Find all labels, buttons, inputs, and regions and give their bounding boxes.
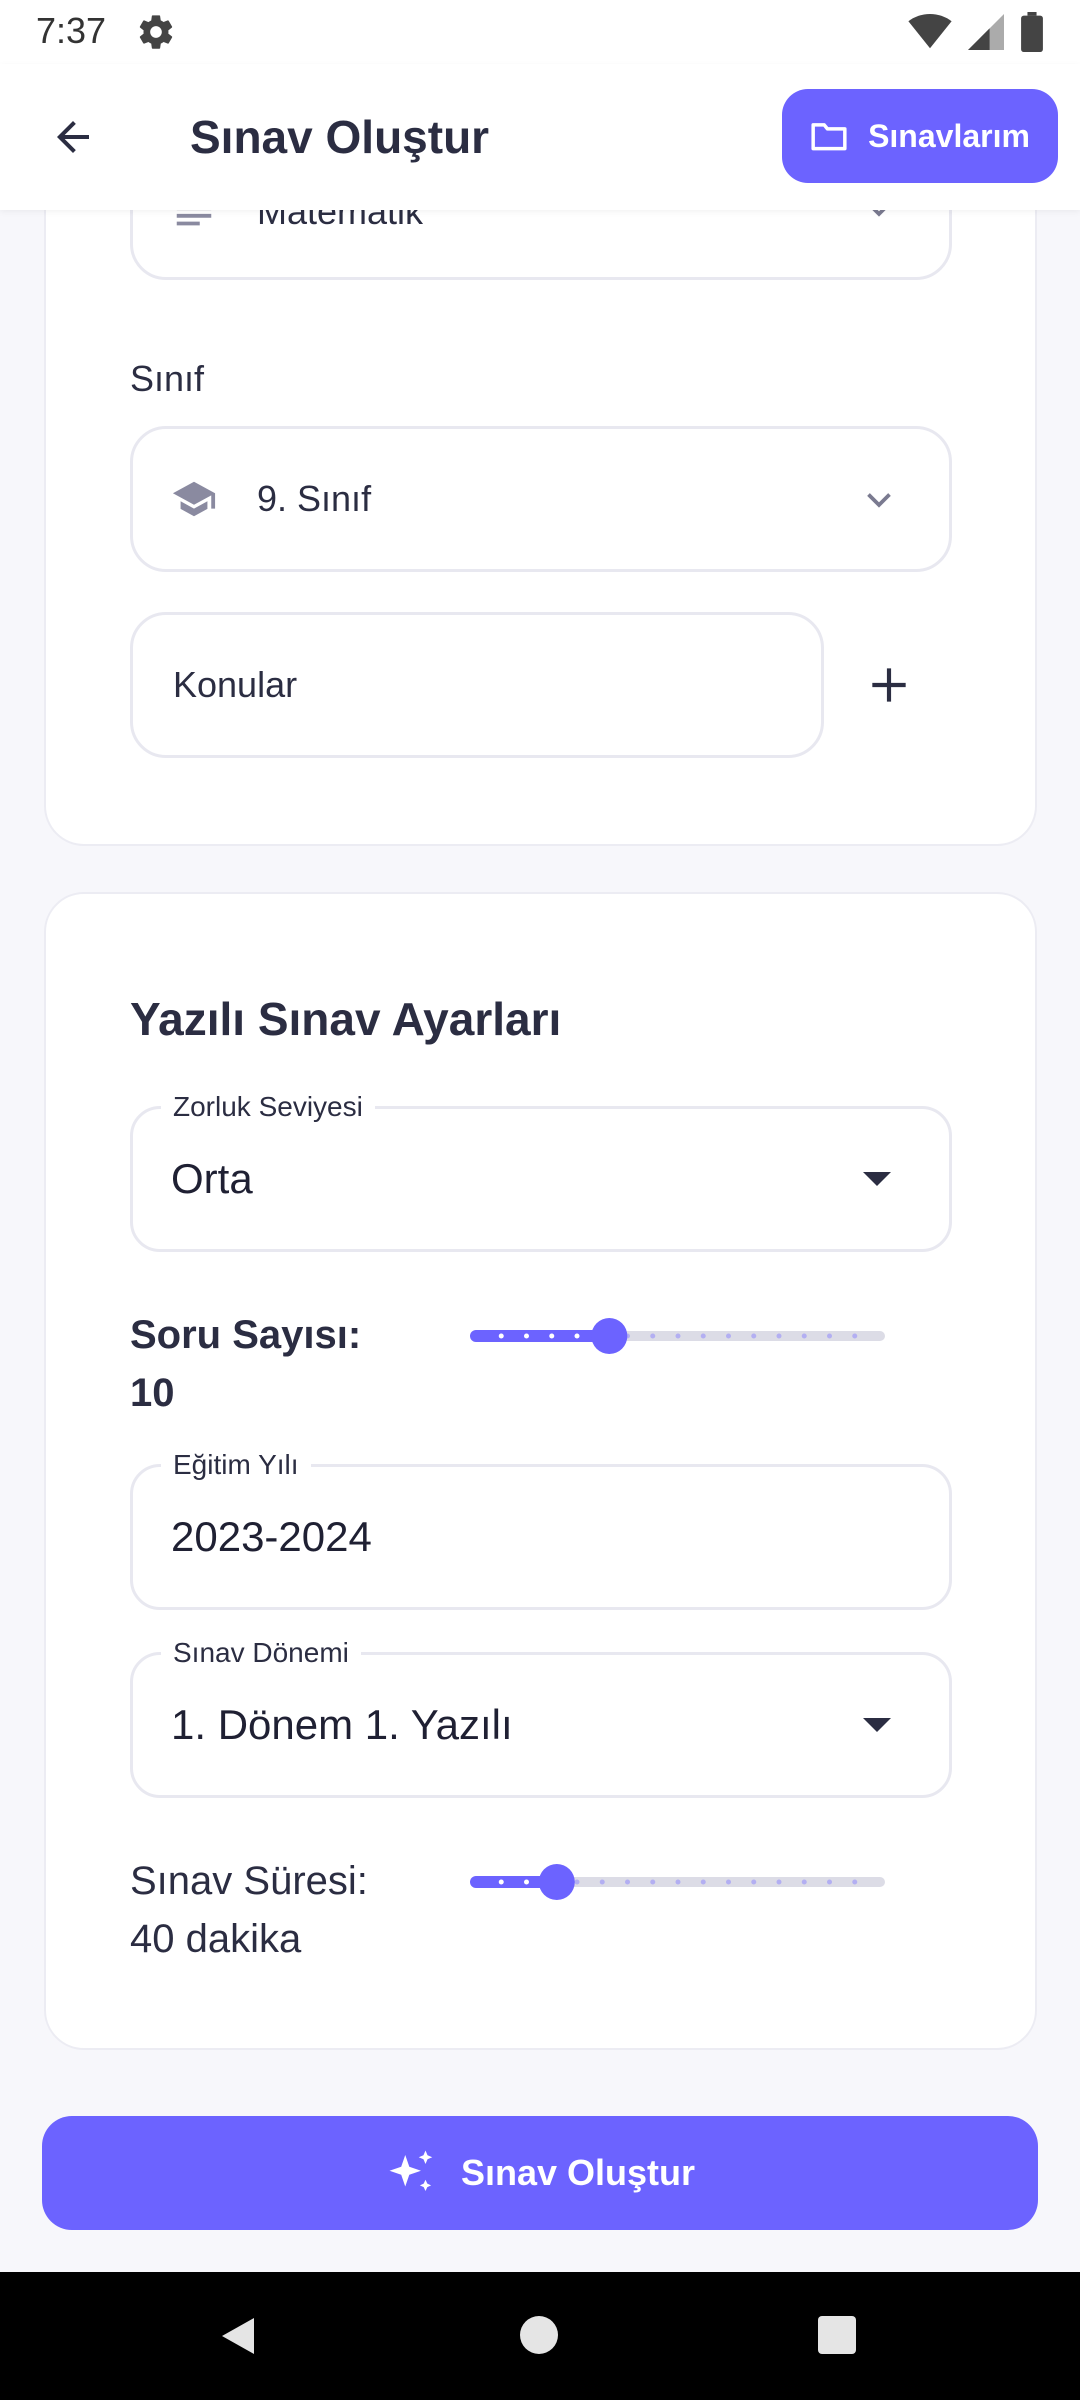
cell-signal-icon	[968, 14, 1004, 50]
question-count-slider-tick	[852, 1333, 858, 1339]
folder-icon	[811, 123, 847, 151]
class-select[interactable]: 9. Sınıf	[130, 426, 952, 572]
sparkle-icon	[389, 2150, 433, 2191]
topics-placeholder: Konular	[173, 664, 298, 705]
system-nav-bar	[0, 2272, 1080, 2400]
class-value: 9. Sınıf	[257, 478, 372, 519]
app-bar: Sınav Oluştur Sınavlarım	[0, 64, 1080, 210]
duration-slider-tick	[751, 1879, 757, 1885]
page-title: Sınav Oluştur	[190, 111, 490, 163]
duration-slider-tick	[801, 1879, 807, 1885]
duration-slider-tick	[827, 1879, 832, 1885]
my-exams-label: Sınavlarım	[868, 117, 1030, 154]
duration-slider-thumb[interactable]	[538, 1864, 575, 1900]
duration-label: Sınav Süresi: 40 dakika	[130, 1852, 368, 1968]
battery-icon	[1021, 12, 1043, 52]
duration-slider-tick	[599, 1879, 605, 1885]
exam-settings-card: Yazılı Sınav Ayarları Zorluk Seviyesi Or…	[44, 892, 1037, 2050]
duration-slider[interactable]	[466, 1862, 890, 1902]
settings-title: Yazılı Sınav Ayarları	[130, 993, 562, 1045]
nav-home-icon[interactable]	[520, 2316, 558, 2354]
duration-slider-tick	[625, 1879, 630, 1885]
dropdown-arrow-icon	[863, 1172, 891, 1186]
question-count-slider-tick	[498, 1333, 504, 1339]
dropdown-arrow-icon	[863, 1718, 891, 1732]
chevron-down-icon	[867, 493, 891, 508]
settings-gear-icon	[139, 15, 173, 49]
difficulty-value: Orta	[171, 1155, 253, 1202]
status-icons	[908, 12, 1044, 52]
question-count-slider-tick	[524, 1333, 529, 1339]
question-count-value: 10	[130, 1371, 175, 1415]
plus-icon	[872, 668, 906, 702]
education-year-field[interactable]: Eğitim Yılı 2023-2024	[130, 1449, 952, 1610]
question-count-slider-tick	[726, 1333, 731, 1339]
question-count-slider-tick	[574, 1333, 580, 1339]
duration-slider-tick	[675, 1879, 681, 1885]
exam-term-select[interactable]: Sınav Dönemi 1. Dönem 1. Yazılı	[130, 1637, 952, 1798]
question-count-slider-tick	[549, 1333, 555, 1339]
duration-slider-tick	[852, 1879, 858, 1885]
duration-slider-tick	[498, 1879, 504, 1885]
duration-slider-tick	[776, 1879, 782, 1885]
duration-slider-tick	[574, 1879, 580, 1885]
duration-slider-tick	[650, 1879, 656, 1885]
exam-info-card: Matematik Sınıf 9. Sınıf Konular	[44, 120, 1037, 846]
question-count-slider-tick	[801, 1333, 807, 1339]
question-count-slider-thumb[interactable]	[591, 1318, 628, 1354]
education-year-label: Eğitim Yılı	[161, 1449, 311, 1481]
status-time: 7:37	[36, 10, 107, 51]
question-count-slider-tick	[675, 1333, 681, 1339]
back-button[interactable]	[40, 104, 106, 170]
difficulty-label: Zorluk Seviyesi	[161, 1091, 375, 1123]
nav-recents-icon[interactable]	[818, 2316, 856, 2354]
duration-value: 40 dakika	[130, 1917, 302, 1961]
topics-input[interactable]: Konular	[130, 612, 824, 758]
my-exams-button[interactable]: Sınavlarım	[782, 89, 1058, 183]
nav-back-icon[interactable]	[218, 2316, 258, 2356]
difficulty-select[interactable]: Zorluk Seviyesi Orta	[130, 1091, 952, 1252]
create-exam-button[interactable]: Sınav Oluştur	[42, 2116, 1038, 2230]
duration-slider-tick	[700, 1879, 706, 1885]
exam-term-value: 1. Dönem 1. Yazılı	[171, 1701, 513, 1748]
graduation-cap-icon	[172, 481, 216, 517]
arrow-back-icon	[57, 121, 89, 153]
question-count-slider-tick	[700, 1333, 706, 1339]
question-count-title: Soru Sayısı:	[130, 1313, 362, 1357]
duration-slider-tick	[726, 1879, 731, 1885]
question-count-slider-tick	[751, 1333, 757, 1339]
create-exam-label: Sınav Oluştur	[460, 2152, 696, 2193]
duration-title: Sınav Süresi:	[130, 1859, 368, 1903]
exam-term-label: Sınav Dönemi	[161, 1637, 361, 1669]
question-count-slider-tick	[776, 1333, 782, 1339]
status-bar: 7:37	[0, 0, 1080, 64]
class-label: Sınıf	[130, 358, 205, 399]
question-count-slider-tick	[650, 1333, 656, 1339]
duration-slider-tick	[524, 1879, 529, 1885]
question-count-label: Soru Sayısı: 10	[130, 1306, 361, 1422]
question-count-slider[interactable]	[466, 1316, 890, 1356]
add-topic-button[interactable]	[864, 660, 914, 710]
wifi-icon	[908, 14, 952, 49]
question-count-slider-tick	[827, 1333, 832, 1339]
education-year-value: 2023-2024	[171, 1513, 372, 1560]
